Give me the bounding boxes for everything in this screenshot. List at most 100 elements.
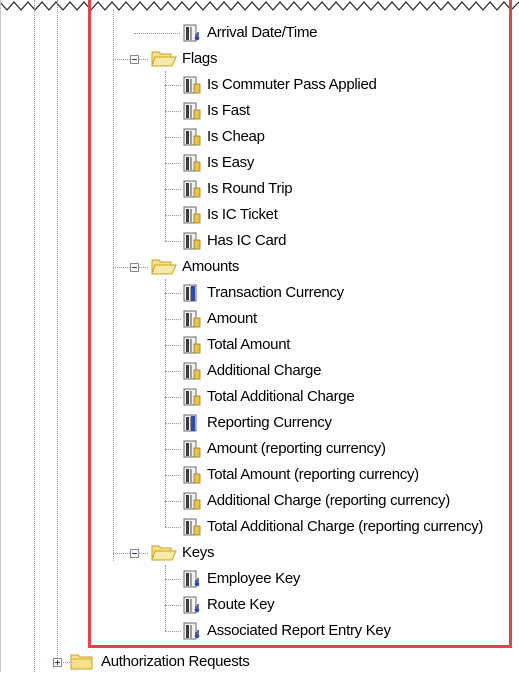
tree-guide-line — [165, 71, 166, 241]
tree-guide-line — [165, 345, 181, 346]
tree-node-field[interactable]: Is Fast — [182, 100, 250, 122]
expand-collapse-toggle[interactable] — [130, 263, 139, 272]
currency-field-icon — [182, 283, 202, 303]
key-field-icon — [182, 595, 202, 615]
tree-node-field[interactable]: Is Commuter Pass Applied — [182, 74, 377, 96]
tree-guide-line — [165, 111, 181, 112]
tree-guide-line — [165, 397, 181, 398]
node-label: Transaction Currency — [207, 284, 344, 301]
flag-field-icon — [182, 127, 202, 147]
node-label: Flags — [182, 50, 218, 67]
amount-field-icon — [182, 309, 202, 329]
node-label: Total Additional Charge (reporting curre… — [207, 518, 484, 535]
tree-node-field[interactable]: Additional Charge (reporting currency) — [182, 490, 450, 512]
currency-field-icon — [182, 413, 202, 433]
tree-node-folder[interactable]: Authorization Requests — [70, 651, 250, 673]
tree-node-field[interactable]: Total Amount — [182, 334, 290, 356]
amount-field-icon — [182, 387, 202, 407]
node-label: Additional Charge — [207, 362, 322, 379]
node-label: Reporting Currency — [207, 414, 332, 431]
tree-node-field[interactable]: Has IC Card — [182, 230, 287, 252]
amount-field-icon — [182, 439, 202, 459]
tree-guide-line — [134, 33, 180, 34]
node-label: Amount (reporting currency) — [207, 440, 386, 457]
expand-collapse-toggle[interactable] — [130, 55, 139, 64]
tree-node-field[interactable]: Route Key — [182, 594, 275, 616]
tree-guide-line — [165, 85, 181, 86]
node-label: Additional Charge (reporting currency) — [207, 492, 450, 509]
flag-field-icon — [182, 101, 202, 121]
tree-node-folder[interactable]: Amounts — [151, 256, 239, 278]
tree-node-field[interactable]: Total Additional Charge — [182, 386, 355, 408]
date-field-icon — [182, 23, 202, 43]
tree-guide-line — [165, 501, 181, 502]
flag-field-icon — [182, 75, 202, 95]
tree-guide-line — [165, 163, 181, 164]
folder-open-icon — [151, 543, 177, 563]
tree-guide-line — [34, 0, 35, 672]
node-label: Total Amount (reporting currency) — [207, 466, 419, 483]
tree-node-field[interactable]: Is IC Ticket — [182, 204, 278, 226]
tree-node-field[interactable]: Is Easy — [182, 152, 254, 174]
amount-field-icon — [182, 361, 202, 381]
tree-guide-line — [165, 449, 181, 450]
tree-node-field[interactable]: Amount — [182, 308, 257, 330]
tree-guide-line — [57, 0, 58, 660]
tree-guide-line — [165, 475, 181, 476]
node-label: Is Easy — [207, 154, 255, 171]
amount-field-icon — [182, 517, 202, 537]
node-label: Amounts — [182, 258, 240, 275]
key-field-icon — [182, 569, 202, 589]
expand-collapse-toggle[interactable] — [130, 549, 139, 558]
tree-node-field[interactable]: Is Round Trip — [182, 178, 293, 200]
tree-guide-line — [165, 137, 181, 138]
folder-open-icon — [151, 49, 177, 69]
tree-guide-line — [165, 527, 181, 528]
amount-field-icon — [182, 335, 202, 355]
tree-node-field[interactable]: Arrival Date/Time — [182, 22, 318, 44]
tree-guide-line — [165, 423, 181, 424]
tree-guide-line — [165, 215, 181, 216]
tree-node-field[interactable]: Associated Report Entry Key — [182, 620, 391, 642]
tree-node-folder[interactable]: Keys — [151, 542, 214, 564]
amount-field-icon — [182, 465, 202, 485]
node-label: Route Key — [207, 596, 275, 613]
tree-guide-line — [165, 293, 181, 294]
tree-node-field[interactable]: Reporting Currency — [182, 412, 332, 434]
node-label: Total Additional Charge — [207, 388, 355, 405]
tree-node-folder[interactable]: Flags — [151, 48, 217, 70]
tree-node-field[interactable]: Is Cheap — [182, 126, 265, 148]
tree-node-field[interactable]: Transaction Currency — [182, 282, 344, 304]
node-label: Is Round Trip — [207, 180, 293, 197]
node-label: Keys — [182, 544, 215, 561]
node-label: Amount — [207, 310, 257, 327]
tree-node-field[interactable]: Amount (reporting currency) — [182, 438, 386, 460]
node-label: Is Cheap — [207, 128, 265, 145]
tree-guide-line — [165, 565, 166, 631]
folder-icon — [70, 652, 96, 672]
flag-field-icon — [182, 153, 202, 173]
tree-guide-line — [165, 371, 181, 372]
tree-node-field[interactable]: Total Amount (reporting currency) — [182, 464, 419, 486]
expand-collapse-toggle[interactable] — [53, 658, 62, 667]
tree-node-field[interactable]: Total Additional Charge (reporting curre… — [182, 516, 483, 538]
tree-node-field[interactable]: Additional Charge — [182, 360, 321, 382]
tree-guide-line — [165, 319, 181, 320]
amount-field-icon — [182, 491, 202, 511]
node-label: Is Commuter Pass Applied — [207, 76, 377, 93]
tree-guide-line — [165, 279, 166, 527]
node-label: Is IC Ticket — [207, 206, 278, 223]
node-label: Is Fast — [207, 102, 250, 119]
tree-guide-line — [165, 605, 181, 606]
tree-guide-line — [165, 241, 181, 242]
flag-field-icon — [182, 205, 202, 225]
node-label: Arrival Date/Time — [207, 24, 318, 41]
flag-field-icon — [182, 179, 202, 199]
folder-open-icon — [151, 257, 177, 277]
node-label: Total Amount — [207, 336, 291, 353]
node-label: Authorization Requests — [101, 653, 250, 670]
key-field-icon — [182, 621, 202, 641]
tree-node-field[interactable]: Employee Key — [182, 568, 300, 590]
tree-guide-line — [165, 631, 181, 632]
tree-guide-line — [165, 189, 181, 190]
